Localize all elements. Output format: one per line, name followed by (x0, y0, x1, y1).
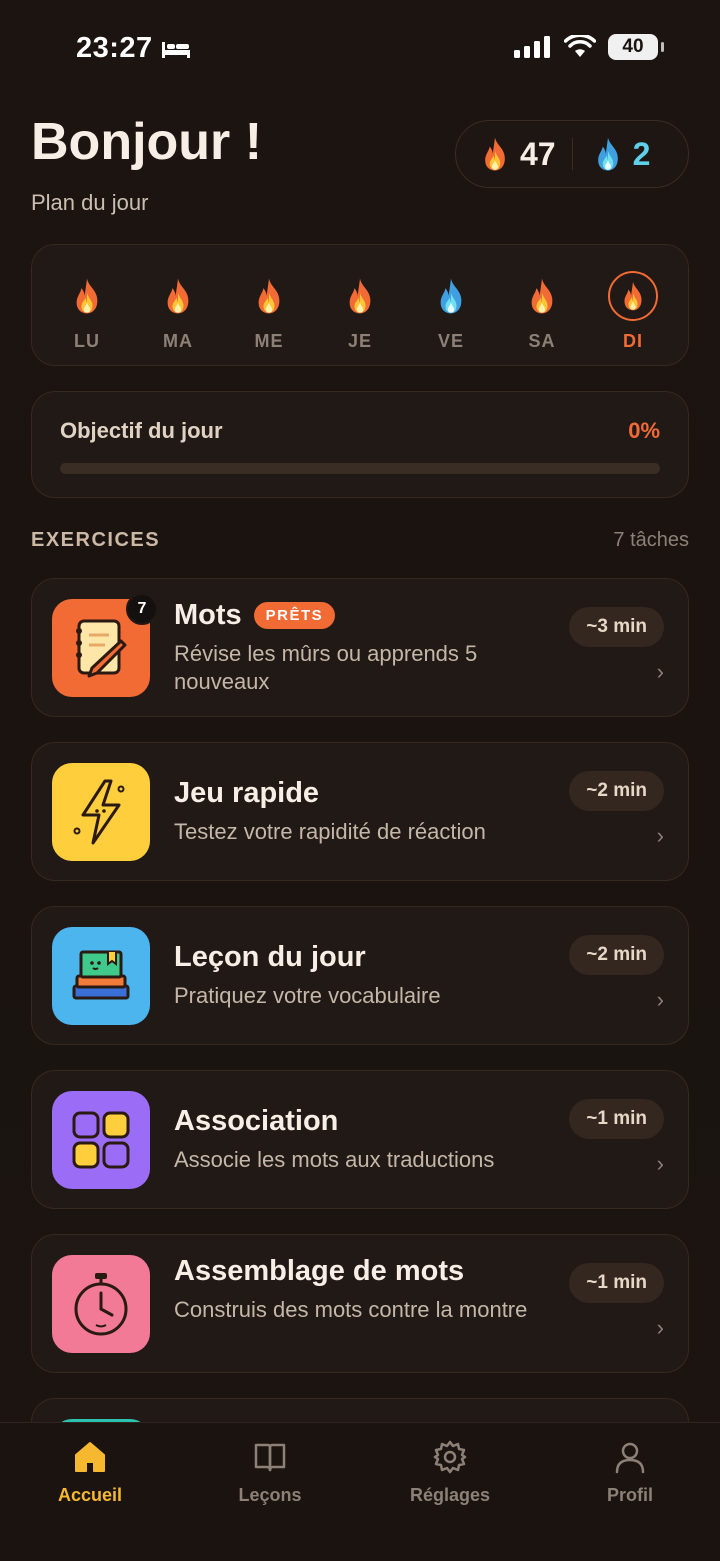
wifi-icon (564, 35, 596, 57)
task-description: Construis des mots contre la montre (174, 1297, 528, 1322)
streak-fire-count: 47 (520, 135, 556, 172)
flame-icon (480, 136, 510, 172)
ready-badge: PRÊTS (253, 602, 336, 629)
bottom-navigation: Accueil Leçons Réglages Profil (0, 1422, 720, 1561)
duration-pill: ~2 min (569, 771, 664, 811)
home-icon (75, 1442, 105, 1472)
chevron-right-icon: › (656, 823, 664, 848)
task-title: Association (174, 1105, 339, 1137)
battery-indicator: 40 (608, 34, 664, 60)
day-thursday[interactable]: JE (325, 271, 395, 352)
day-label: ME (254, 331, 284, 351)
task-title: Mots PRÊTS (174, 599, 336, 632)
task-card-assemblage[interactable]: Assemblage de mots Construis des mots co… (31, 1234, 689, 1373)
bed-icon (161, 41, 190, 58)
task-count-badge: 7 (126, 593, 158, 625)
task-description: Associe les mots aux traductions (174, 1147, 495, 1172)
stopwatch-icon (52, 1255, 150, 1353)
task-description: Pratiquez votre vocabulaire (174, 983, 441, 1008)
exercises-heading: EXERCICES (31, 529, 161, 551)
time-text: 23:27 (76, 32, 153, 64)
chevron-right-icon: › (656, 987, 664, 1012)
books-stack-icon (52, 927, 150, 1025)
duration-pill: ~1 min (569, 1099, 664, 1139)
day-wednesday[interactable]: ME (234, 271, 304, 352)
nav-lecons[interactable]: Leçons (200, 1439, 340, 1506)
freeze-flame-icon (593, 136, 623, 172)
user-icon (615, 1442, 645, 1474)
chevron-right-icon: › (656, 659, 664, 684)
task-title: Leçon du jour (174, 941, 366, 973)
freeze-flame-icon (426, 271, 476, 321)
exercises-count: 7 tâches (613, 529, 689, 551)
nav-reglages[interactable]: Réglages (380, 1439, 520, 1506)
nav-label: Leçons (238, 1485, 302, 1505)
nav-label: Profil (606, 1485, 653, 1505)
task-title: Jeu rapide (174, 777, 320, 809)
flame-icon (153, 271, 203, 321)
flame-icon (244, 271, 294, 321)
task-title-text: Mots (174, 599, 242, 631)
day-label: MA (163, 331, 193, 351)
nav-profil[interactable]: Profil (560, 1439, 700, 1506)
day-friday[interactable]: VE (416, 271, 486, 352)
daily-goal-card[interactable]: Objectif du jour 0% (31, 391, 689, 498)
day-label: SA (528, 331, 556, 351)
task-description: Testez votre rapidité de réaction (174, 819, 486, 844)
signal-icon (514, 36, 550, 58)
goal-title: Objectif du jour (60, 418, 223, 443)
goal-progress-bar (60, 463, 660, 474)
chevron-right-icon: › (656, 1315, 664, 1340)
flame-icon (608, 271, 658, 321)
task-card-association[interactable]: Association Associe les mots aux traduct… (31, 1070, 689, 1209)
day-monday[interactable]: LU (52, 271, 122, 352)
day-label: DI (623, 331, 643, 351)
task-card-lecon-du-jour[interactable]: Leçon du jour Pratiquez votre vocabulair… (31, 906, 689, 1045)
flame-icon (335, 271, 385, 321)
streak-freeze-count: 2 (632, 135, 651, 172)
day-label: LU (74, 331, 100, 351)
duration-pill: ~2 min (569, 935, 664, 975)
streak-fire: 47 (456, 136, 556, 173)
duration-pill: ~3 min (569, 607, 664, 647)
task-card-jeu-rapide[interactable]: Jeu rapide Testez votre rapidité de réac… (31, 742, 689, 881)
day-tuesday[interactable]: MA (143, 271, 213, 352)
book-icon (254, 1443, 286, 1472)
streak-freeze: 2 (573, 135, 651, 173)
task-title: Assemblage de mots (174, 1255, 465, 1287)
gear-icon (433, 1440, 467, 1474)
nav-label: Accueil (57, 1485, 123, 1505)
status-indicators: 40 (514, 34, 664, 60)
nav-accueil[interactable]: Accueil (20, 1439, 160, 1506)
lightning-icon (52, 763, 150, 861)
week-streak-card: LU MA ME JE VE SA DI (31, 244, 689, 366)
duration-pill: ~1 min (569, 1263, 664, 1303)
nav-label: Réglages (409, 1485, 491, 1505)
chevron-right-icon: › (656, 1151, 664, 1176)
task-description: Révise les mûrs ou apprends 5 nouveaux (174, 641, 478, 694)
status-bar: 23:27 40 (0, 0, 720, 100)
goal-percent: 0% (628, 418, 660, 443)
streak-counter[interactable]: 47 2 (455, 120, 689, 188)
day-sunday[interactable]: DI (598, 271, 668, 352)
plan-subtitle: Plan du jour (31, 190, 149, 215)
grid-squares-icon (52, 1091, 150, 1189)
battery-level: 40 (622, 36, 644, 57)
day-label: VE (437, 331, 464, 351)
day-label: JE (347, 331, 373, 351)
greeting-title: Bonjour ! (31, 113, 263, 171)
day-saturday[interactable]: SA (507, 271, 577, 352)
flame-icon (62, 271, 112, 321)
status-time: 23:27 (76, 32, 191, 65)
task-card-mots[interactable]: 7 Mots PRÊTS Révise les mûrs ou apprends… (31, 578, 689, 717)
flame-icon (517, 271, 567, 321)
